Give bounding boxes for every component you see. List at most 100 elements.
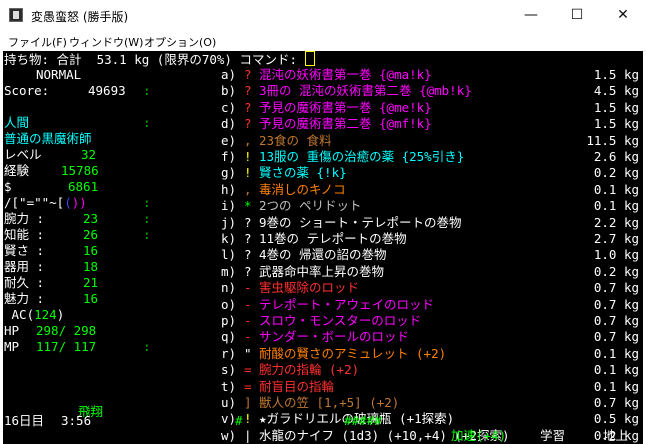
menu-window[interactable]: ウィンドウ(W) — [69, 34, 143, 50]
mp-value: 117/ 117 — [36, 339, 97, 354]
inventory-slot-letter: i) — [221, 198, 237, 214]
close-button[interactable]: ✕ — [600, 0, 646, 31]
game-time: 3:56 — [61, 413, 92, 428]
gold-value: 6861 — [68, 179, 99, 194]
game-window: 変愚蛮怒 (勝手版) — ☐ ✕ ファイル(F) ウィンドウ(W) オプション(… — [0, 0, 646, 444]
inventory-item-symbol: ! — [244, 411, 252, 427]
gold-label: $ — [4, 179, 12, 194]
inventory-slot-letter: g) — [221, 165, 237, 181]
game-terminal[interactable]: 持ち物: 合計 53.1 kg (限界の70%) コマンド: NORMAL Sc… — [3, 51, 643, 444]
stat-value-int: 26 — [83, 227, 99, 242]
inventory-item-name: テレポート・アウェイのロッド — [259, 296, 435, 312]
stat-value-con: 21 — [83, 275, 99, 290]
level-value: 32 — [81, 147, 97, 162]
inventory-item-weight: 0.2 kg — [593, 263, 639, 279]
inventory-item-symbol: ! — [244, 149, 252, 164]
depth-status: 地上 — [603, 428, 629, 443]
inventory-item-weight: 0.7 kg — [593, 313, 639, 328]
inventory-item-symbol: ? — [244, 116, 252, 132]
inventory-item-symbol: - — [244, 313, 252, 328]
inventory-item-weight: 1.0 kg — [593, 247, 639, 263]
inventory-item-weight: 0.1 kg — [593, 181, 639, 197]
level-label: レベル — [4, 147, 42, 162]
inventory-item-name: 23食の 食料 — [259, 132, 332, 148]
inventory-slot-letter: v) — [221, 411, 237, 427]
stat-value-chr: 16 — [83, 291, 99, 306]
inventory-slot-letter: d) — [221, 116, 237, 132]
maximize-button[interactable]: ☐ — [554, 0, 600, 31]
inventory-item-weight: 1.5 kg — [593, 116, 639, 132]
inventory-item-weight: 0.1 kg — [593, 198, 639, 214]
score-separator: : — [143, 83, 151, 98]
inventory-item-symbol: | — [244, 427, 252, 443]
inventory-item-weight: 0.1 kg — [593, 378, 639, 394]
title-bar: 変愚蛮怒 (勝手版) — ☐ ✕ — [0, 0, 646, 31]
inventory-item-name: サンダー・ボールのロッド — [259, 329, 410, 345]
inventory-slot-letter: r) — [221, 345, 237, 361]
stat-value-dex: 18 — [83, 259, 99, 274]
inventory-item-weight: 0.5 kg — [593, 411, 639, 427]
equipment-symbols-main: /["=""~[ — [4, 195, 65, 210]
inventory-item-name: 予見の魔術書第一巻 {@me!k} — [259, 99, 432, 115]
inventory-slot-letter: a) — [221, 67, 237, 82]
window-title: 変愚蛮怒 (勝手版) — [31, 10, 129, 24]
inventory-item-symbol: - — [244, 329, 252, 345]
ac-value: 124 — [34, 307, 57, 322]
exp-value: 15786 — [61, 163, 99, 178]
race-separator: : — [143, 115, 151, 130]
inventory-slot-letter: j) — [221, 214, 237, 230]
inventory-item-weight: 2.7 kg — [593, 231, 639, 246]
minimize-button[interactable]: — — [508, 0, 554, 31]
inventory-item-name: 2つの ペリドット — [259, 198, 362, 214]
inventory-item-weight: 4.5 kg — [593, 83, 639, 99]
inventory-slot-letter: t) — [221, 378, 237, 394]
inventory-item-symbol: ? — [244, 231, 252, 246]
inventory-item-symbol: = — [244, 378, 252, 394]
stat-label-str: 腕力 : — [4, 211, 45, 226]
study-status: 学習 — [540, 428, 566, 443]
inventory-item-name: 予見の魔術書第二巻 {@mf!k} — [259, 116, 432, 132]
inventory-item-name: 毒消しのキノコ — [259, 181, 346, 197]
input-cursor — [304, 51, 315, 66]
game-mode: NORMAL — [36, 67, 82, 82]
inventory-slot-letter: n) — [221, 280, 237, 296]
inventory-slot-letter: u) — [221, 395, 237, 410]
stat-label-int: 知能 : — [4, 227, 45, 242]
inventory-slot-letter: s) — [221, 362, 237, 378]
race-text: 人間 — [4, 115, 30, 130]
stat-separator-int: : — [143, 227, 151, 242]
inventory-item-weight: 11.5 kg — [586, 132, 639, 148]
inventory-header: 持ち物: 合計 53.1 kg (限界の70%) コマンド: — [4, 51, 315, 67]
inventory-item-symbol: " — [244, 345, 252, 361]
class-text: 普通の黒魔術師 — [4, 131, 92, 146]
inventory-item-symbol: ? — [244, 214, 252, 230]
inventory-slot-letter: p) — [221, 313, 237, 328]
stat-label-dex: 器用 : — [4, 259, 45, 274]
inventory-slot-letter: l) — [221, 247, 237, 263]
inventory-item-symbol: ? — [244, 83, 252, 99]
inventory-item-symbol: ] — [244, 395, 252, 410]
inventory-item-name: 11巻の テレポートの巻物 — [259, 231, 407, 246]
inventory-item-weight: 0.7 kg — [593, 395, 639, 410]
day-counter: 16日目 — [4, 413, 45, 428]
inventory-item-name: 耐盲目の指輪 — [259, 378, 335, 394]
equipment-symbols: /["=""~[()) — [4, 195, 87, 211]
inventory-item-weight: 1.5 kg — [593, 67, 639, 82]
inventory-item-weight: 0.2 kg — [593, 165, 639, 181]
menu-file[interactable]: ファイル(F) — [8, 34, 67, 50]
inventory-item-symbol: ? — [244, 263, 252, 279]
map-fragment-a: # — [235, 413, 243, 428]
inventory-slot-letter: o) — [221, 296, 237, 312]
inventory-slot-letter: m) — [221, 263, 237, 279]
inventory-item-weight: 0.7 kg — [593, 296, 639, 312]
menu-options[interactable]: オプション(O) — [144, 34, 216, 50]
inventory-item-symbol: ! — [244, 165, 252, 181]
inventory-slot-letter: f) — [221, 149, 237, 164]
app-icon — [9, 8, 23, 22]
stat-label-con: 耐久 : — [4, 275, 45, 290]
inventory-item-weight: 0.7 kg — [593, 280, 639, 296]
inventory-item-name: 武器命中率上昇の巻物 — [259, 263, 385, 279]
stat-label-chr: 魅力 : — [4, 291, 45, 306]
speed-status: 加速(+4) — [451, 428, 507, 443]
inventory-item-name: 獣人の笠 [1,+5] (+2) — [259, 395, 400, 410]
